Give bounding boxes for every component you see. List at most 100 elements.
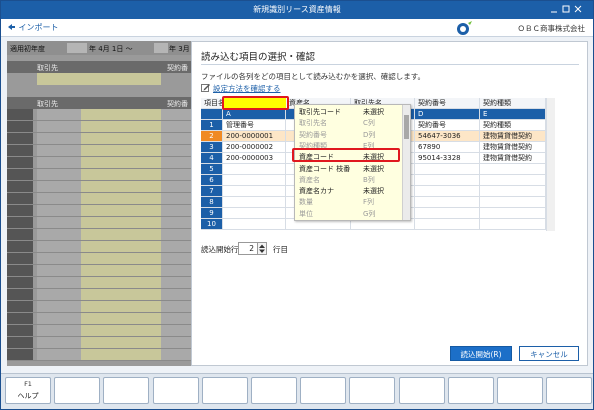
function-key-button[interactable] (201, 377, 248, 404)
bg-row (7, 169, 193, 181)
grid-scrollbar[interactable] (546, 98, 555, 231)
row-number[interactable]: 4 (201, 153, 223, 164)
grid-cell[interactable] (415, 186, 480, 197)
function-key-button[interactable] (497, 377, 543, 404)
grid-cell[interactable]: 契約番号 (415, 120, 480, 131)
function-key-button[interactable] (349, 377, 396, 404)
cancel-button[interactable]: キャンセル (519, 346, 579, 361)
start-import-button[interactable]: 読込開始(R) (450, 346, 512, 361)
row-number[interactable]: 2 (201, 131, 223, 142)
grid-cell[interactable] (480, 186, 546, 197)
dropdown-scroll-thumb[interactable] (404, 115, 409, 139)
close-icon[interactable] (573, 4, 583, 14)
grid-cell[interactable]: 67890 (415, 142, 480, 153)
function-key-button[interactable] (251, 377, 297, 404)
function-key-button[interactable] (300, 377, 347, 404)
dropdown-option[interactable]: 単位 G列 (295, 209, 403, 220)
function-key-button[interactable] (447, 377, 494, 404)
function-key-button[interactable]: F1 ヘルプ (5, 377, 51, 404)
grid-cell[interactable]: 管理番号 (223, 120, 286, 131)
option-name: 取引先コード (299, 108, 341, 116)
function-key-id: F1 (24, 380, 32, 388)
function-key-button[interactable] (54, 377, 101, 404)
end-year-field (154, 43, 168, 53)
row-number[interactable]: 3 (201, 142, 223, 153)
import-menu[interactable]: インポート (7, 22, 59, 33)
grid-cell[interactable]: 200-0000002 (223, 142, 286, 153)
function-key-button[interactable] (152, 377, 199, 404)
bg-header-1: 取引先 契約番 (7, 61, 193, 73)
bg-row (7, 229, 193, 241)
row-number[interactable]: 8 (201, 197, 223, 208)
start-row-spinner[interactable] (258, 242, 267, 255)
bg-row (7, 325, 193, 337)
bg-row (7, 301, 193, 313)
column-letter: A (223, 109, 286, 120)
column-field-header[interactable]: 契約番号 (415, 98, 480, 109)
function-key-button[interactable] (103, 377, 150, 404)
grid-cell[interactable] (223, 197, 286, 208)
grid-cell[interactable]: 建物賃貸借契約 (480, 153, 546, 164)
grid-cell[interactable] (415, 175, 480, 186)
option-column: F列 (363, 198, 375, 207)
option-column: 未選択 (363, 187, 384, 196)
dropdown-option[interactable]: 数量 F列 (295, 197, 403, 208)
title-divider (201, 64, 579, 65)
field-dropdown[interactable]: 取引先コード 未選択 取引先名 C列 契約番号 D列 契約種類 E列 資産コード 未選択 資産コード… (294, 104, 411, 221)
app-window: 新規識別リース資産情報 インポート ＯＢＣ商事株式会社 適用初年度 年 4月 1… (0, 0, 594, 410)
column-field-header[interactable]: 契約種類 (480, 98, 546, 109)
grid-cell[interactable] (223, 175, 286, 186)
dropdown-option[interactable]: 資産コード 枝番 未選択 (295, 164, 403, 175)
grid-cell[interactable]: 建物賃貸借契約 (480, 142, 546, 153)
fiscal-year-field (67, 43, 87, 53)
grid-cell[interactable] (415, 197, 480, 208)
grid-cell[interactable]: 54647-3036 (415, 131, 480, 142)
help-link-label: 設定方法を確認する (213, 84, 281, 93)
dropdown-option[interactable]: 取引先コード 未選択 (295, 107, 403, 118)
minimize-icon[interactable] (549, 4, 559, 14)
grid-cell[interactable]: 95014-3328 (415, 153, 480, 164)
function-key-button[interactable] (398, 377, 445, 404)
dropdown-option[interactable]: 契約番号 D列 (295, 130, 403, 141)
grid-cell[interactable] (480, 164, 546, 175)
start-row-input[interactable]: 2 (238, 242, 258, 255)
bg-row (7, 289, 193, 301)
grid-cell[interactable]: 200-0000001 (223, 131, 286, 142)
option-name: 単位 (299, 209, 313, 218)
grid-corner-header: 項目名 (201, 98, 223, 109)
grid-cell[interactable] (480, 208, 546, 219)
grid-cell[interactable] (480, 219, 546, 230)
grid-cell[interactable]: 契約種類 (480, 120, 546, 131)
option-highlight (292, 148, 400, 162)
row-number[interactable]: 6 (201, 175, 223, 186)
grid-cell[interactable]: 建物賃貸借契約 (480, 131, 546, 142)
function-key-label: ヘルプ (17, 392, 39, 400)
dropdown-option[interactable]: 取引先名 C列 (295, 118, 403, 129)
dropdown-option[interactable]: 資産名カナ 未選択 (295, 186, 403, 197)
bg-row (7, 193, 193, 205)
row-number[interactable]: 7 (201, 186, 223, 197)
help-link[interactable]: 設定方法を確認する (201, 83, 281, 94)
grid-cell[interactable] (223, 219, 286, 230)
row-number[interactable]: 9 (201, 208, 223, 219)
bg-row (7, 145, 193, 157)
row-number[interactable]: 5 (201, 164, 223, 175)
spinner-arrows-icon (259, 244, 265, 253)
dropdown-scrollbar[interactable] (402, 105, 410, 220)
grid-cell[interactable] (415, 208, 480, 219)
fiscal-label: 適用初年度 (10, 45, 45, 53)
grid-cell[interactable]: 200-0000003 (223, 153, 286, 164)
grid-cell[interactable] (223, 208, 286, 219)
grid-cell[interactable] (480, 197, 546, 208)
row-number[interactable]: 10 (201, 219, 223, 230)
grid-cell[interactable] (223, 164, 286, 175)
grid-cell[interactable] (415, 219, 480, 230)
function-key-button[interactable] (546, 377, 593, 404)
dropdown-option[interactable]: 資産名 B列 (295, 175, 403, 186)
maximize-icon[interactable] (561, 4, 571, 14)
grid-cell[interactable] (480, 175, 546, 186)
row-number[interactable]: 1 (201, 120, 223, 131)
grid-cell[interactable] (223, 186, 286, 197)
grid-cell[interactable] (415, 164, 480, 175)
bg-col-torihiki: 取引先 (37, 64, 58, 72)
